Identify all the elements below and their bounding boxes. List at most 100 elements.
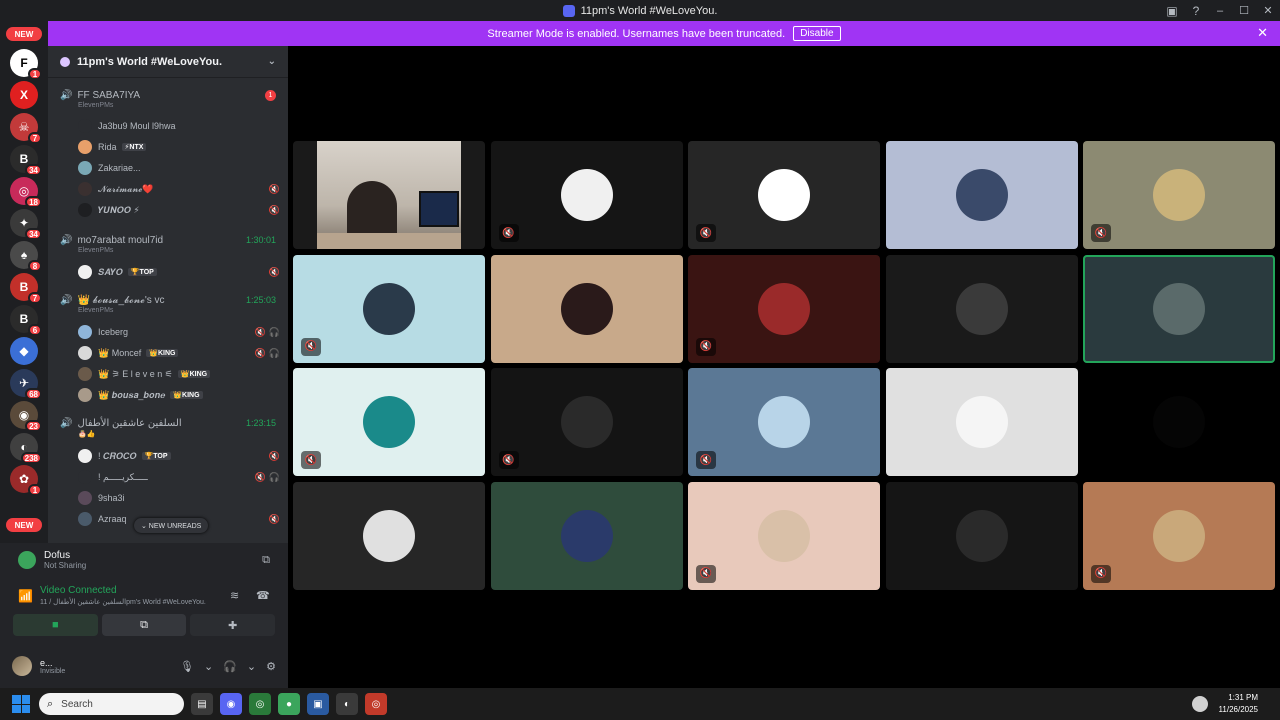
file-explorer-icon[interactable]: ▤ bbox=[191, 693, 213, 715]
participant-tile[interactable] bbox=[885, 141, 1078, 249]
server-icon-3[interactable]: ☠ 7 bbox=[10, 113, 42, 144]
participant-tile[interactable] bbox=[490, 481, 683, 590]
taskbar-search[interactable]: ⌕ Search bbox=[39, 693, 184, 715]
participant-tile[interactable] bbox=[293, 481, 485, 590]
system-clock[interactable]: 1:31 PM 11/26/2025 bbox=[1219, 692, 1258, 716]
headphones-icon[interactable]: 🎧 bbox=[223, 660, 237, 673]
app-icon[interactable]: ▣ bbox=[307, 693, 329, 715]
speaker-icon: 🔊 bbox=[60, 89, 73, 101]
voice-channel-status: ElevenPMs bbox=[78, 307, 114, 314]
participant-tile[interactable] bbox=[885, 481, 1078, 590]
participant-tile[interactable] bbox=[293, 141, 485, 249]
participant-tile[interactable]: 🔇 bbox=[490, 141, 683, 249]
participant-tile[interactable]: 🔇 bbox=[293, 368, 485, 476]
participant-tile[interactable] bbox=[490, 254, 683, 363]
voice-member[interactable]: 👑 Moncef 👑KING 🔇🎧 bbox=[78, 343, 283, 363]
disconnect-icon[interactable]: ☎ bbox=[256, 589, 270, 602]
screen-share-button[interactable]: ⧉ bbox=[101, 614, 187, 636]
server-icon-1[interactable]: F1 bbox=[10, 49, 42, 80]
server-icon-9[interactable]: B6 bbox=[10, 305, 42, 336]
activities-button[interactable]: ✚ bbox=[190, 614, 276, 636]
chrome-alt-icon[interactable]: ◎ bbox=[365, 693, 387, 715]
participant-tile[interactable] bbox=[1083, 368, 1275, 476]
server-icon-10[interactable]: ◆ bbox=[10, 337, 38, 365]
new-unreads-pill[interactable]: ⌄ NEW UNREADS bbox=[134, 518, 209, 533]
server-icon-2[interactable]: X bbox=[10, 81, 38, 109]
obs-icon[interactable]: ◐ bbox=[336, 693, 358, 715]
camera-button[interactable]: ■ bbox=[13, 614, 98, 636]
participant-tile[interactable] bbox=[1083, 254, 1275, 363]
signal-icon[interactable]: 📶 bbox=[18, 589, 33, 603]
muted-icon: 🔇🎧 bbox=[254, 471, 283, 482]
voice-member[interactable]: 𝑺𝑨𝒀𝑶 🏆TOP 🔇 bbox=[78, 262, 283, 282]
voice-channel[interactable]: 🔊 السلفين عاشقين الأطفال 1:23:15 🎂👍 bbox=[48, 416, 288, 440]
participant-tile[interactable]: 🔇 bbox=[688, 481, 880, 590]
server-header[interactable]: 11pm's World #WeLoveYou. ⌄ bbox=[48, 46, 288, 78]
inbox-icon[interactable]: ▣ bbox=[1160, 0, 1184, 21]
voice-channel-name: 👑 𝓫𝓸𝓾𝓼𝓪_𝓫𝓸𝓷𝓮's vc bbox=[77, 294, 165, 306]
voice-member[interactable]: ! ـــــكريـــــم 🔇🎧 bbox=[78, 467, 283, 487]
voice-member[interactable]: 𝒀𝑼𝑵𝑶𝑶 ⚡ 🔇 bbox=[78, 200, 283, 220]
maximize-button[interactable]: ☐ bbox=[1232, 0, 1256, 21]
avatar[interactable] bbox=[12, 656, 32, 676]
voice-member[interactable]: Zakariae... bbox=[78, 158, 283, 178]
participant-tile[interactable]: 🔇 bbox=[688, 254, 880, 363]
voice-panel: Dofus Not Sharing ⧉ 📶 Video Connected ال… bbox=[0, 543, 288, 688]
activity-card[interactable]: Dofus Not Sharing ⧉ bbox=[8, 545, 280, 575]
member-name: 𝓝𝓪𝓻𝓲𝓶𝓪𝓷𝓮❤️ bbox=[98, 183, 154, 194]
server-icon-4[interactable]: B 34 bbox=[10, 145, 42, 176]
server-icon-11[interactable]: ✈ 68 bbox=[10, 369, 42, 400]
dofus-taskbar-icon[interactable]: ● bbox=[278, 693, 300, 715]
server-icon-13[interactable]: ◐ 238 bbox=[10, 433, 42, 464]
microphone-icon[interactable]: 🎙 bbox=[180, 660, 194, 673]
voice-channel[interactable]: 🔊 FF SABA7IYA 1 ElevenPMs bbox=[48, 88, 288, 112]
weather-icon[interactable] bbox=[1192, 696, 1208, 712]
share-screen-icon[interactable]: ⧉ bbox=[262, 554, 270, 567]
close-window-button[interactable]: ✕ bbox=[1256, 0, 1280, 21]
muted-icon: 🔇 bbox=[696, 564, 716, 583]
disable-streamer-button[interactable]: Disable bbox=[793, 26, 841, 41]
participant-tile[interactable] bbox=[885, 254, 1078, 363]
server-icon-14[interactable]: ✿ 1 bbox=[10, 465, 42, 496]
server-icon-8[interactable]: B7 bbox=[10, 273, 42, 304]
minimize-button[interactable]: – bbox=[1208, 0, 1232, 21]
avatar bbox=[78, 161, 92, 175]
participant-tile[interactable]: 🔇 bbox=[293, 254, 485, 363]
participant-tile[interactable]: 🔇 bbox=[688, 368, 880, 476]
avatar bbox=[78, 265, 92, 279]
participant-tile[interactable]: 🔇 bbox=[1083, 481, 1275, 590]
server-icon-7[interactable]: ♠ 8 bbox=[10, 241, 42, 272]
voice-member[interactable]: ! 𝑪𝑹𝑶𝑪𝑶 🏆TOP 🔇 bbox=[78, 446, 283, 466]
voice-member[interactable]: Ja3bu9 Moul l9hwa bbox=[78, 116, 283, 136]
participant-tile[interactable]: 🔇 bbox=[1083, 141, 1275, 249]
rtc-status[interactable]: Video Connected bbox=[40, 585, 117, 596]
close-banner-icon[interactable]: ✕ bbox=[1257, 25, 1268, 41]
voice-member[interactable]: 9sha3i bbox=[78, 488, 283, 508]
settings-gear-icon[interactable]: ⚙ bbox=[266, 660, 276, 673]
voice-member[interactable]: 👑 𝒃𝒐𝒖𝒔𝒂_𝒃𝒐𝒏𝒆 👑KING bbox=[78, 385, 283, 405]
participant-tile[interactable] bbox=[885, 368, 1078, 476]
chevron-down-icon[interactable]: ⌄ bbox=[247, 660, 256, 673]
new-pill-top[interactable]: NEW bbox=[6, 27, 42, 41]
speaker-icon: 🔊 bbox=[60, 417, 73, 429]
participant-tile[interactable]: 🔇 bbox=[688, 141, 880, 249]
windows-start-icon[interactable] bbox=[12, 695, 30, 713]
voice-channel[interactable]: 🔊 mo7arabat moul7id 1:30:01 ElevenPMs bbox=[48, 233, 288, 257]
chrome-icon[interactable]: ◎ bbox=[249, 693, 271, 715]
username[interactable]: e... bbox=[40, 658, 65, 668]
voice-member[interactable]: Iceberg 🔇🎧 bbox=[78, 322, 283, 342]
voice-channel[interactable]: 🔊 👑 𝓫𝓸𝓾𝓼𝓪_𝓫𝓸𝓷𝓮's vc 1:25:03 ElevenPMs bbox=[48, 293, 288, 317]
voice-member[interactable]: Rida ⚡NTX bbox=[78, 137, 283, 157]
help-icon[interactable]: ? bbox=[1184, 0, 1208, 21]
participant-tile[interactable]: 🔇 bbox=[490, 368, 683, 476]
rtc-channel[interactable]: السلفين عاشقين الأطفال / 11pm's World #W… bbox=[40, 598, 206, 606]
server-icon-5[interactable]: ◎ 18 bbox=[10, 177, 42, 208]
noise-suppression-icon[interactable]: ≋ bbox=[230, 589, 239, 602]
voice-member[interactable]: 👑 ⚞ E l e v e n ⚟ 👑KING bbox=[78, 364, 283, 384]
server-icon-12[interactable]: ◉ 23 bbox=[10, 401, 42, 432]
voice-member[interactable]: 𝓝𝓪𝓻𝓲𝓶𝓪𝓷𝓮❤️ 🔇 bbox=[78, 179, 283, 199]
discord-icon[interactable]: ◉ bbox=[220, 693, 242, 715]
chevron-down-icon[interactable]: ⌄ bbox=[204, 660, 213, 673]
server-icon-6[interactable]: ✦ 34 bbox=[10, 209, 42, 240]
new-pill-bottom[interactable]: NEW bbox=[6, 518, 42, 532]
